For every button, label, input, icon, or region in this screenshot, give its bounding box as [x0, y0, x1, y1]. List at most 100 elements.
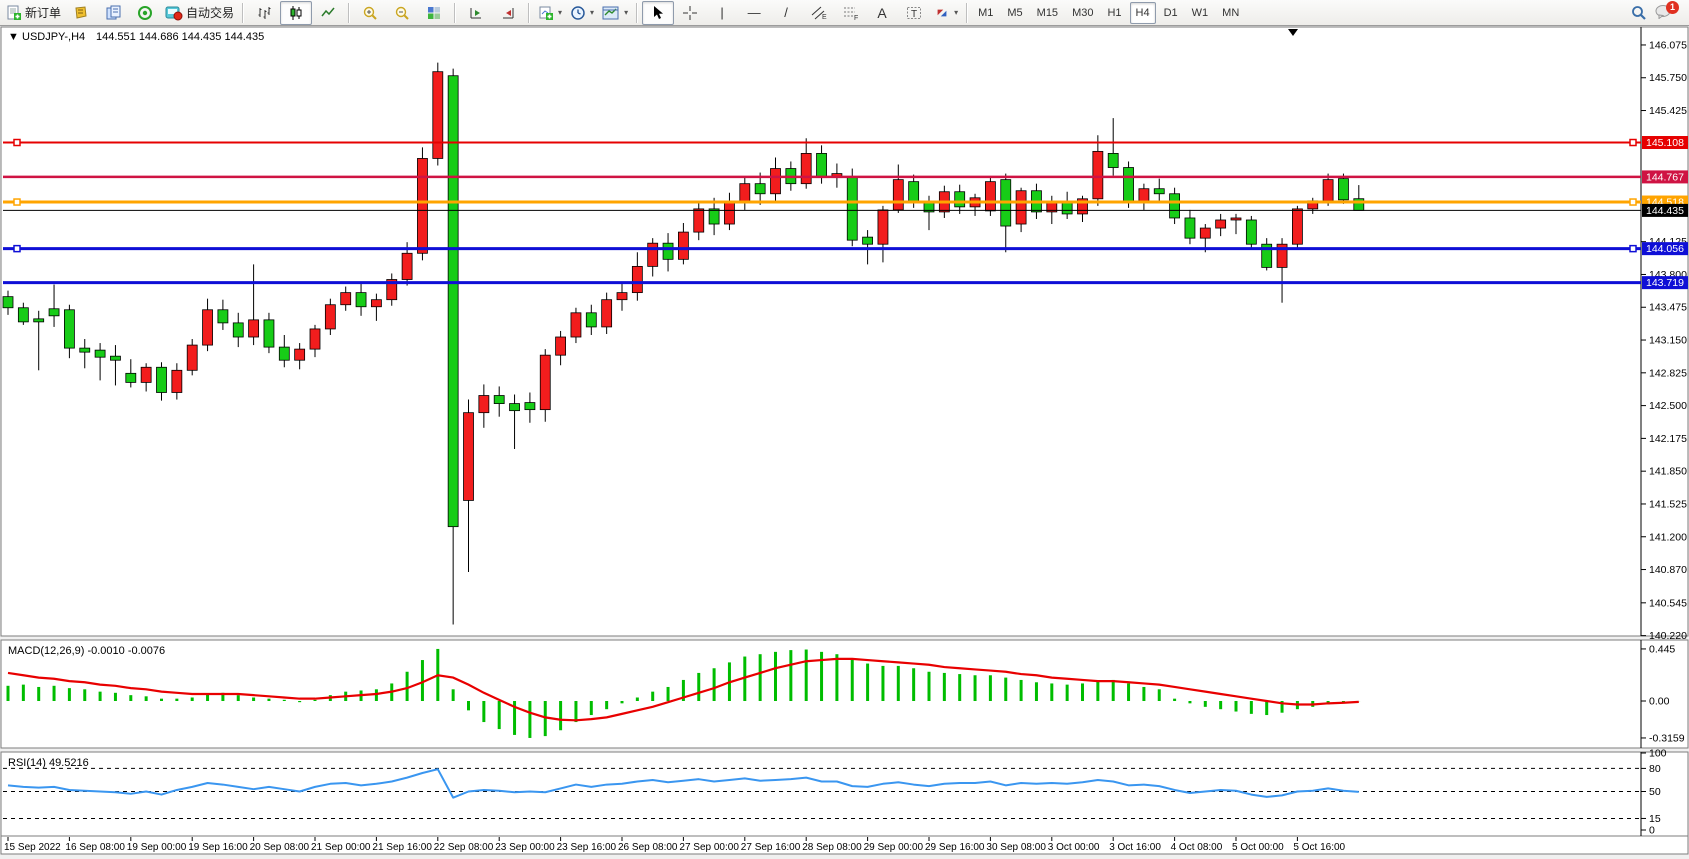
candle-down[interactable]	[1170, 194, 1180, 218]
navigator-button[interactable]	[129, 1, 161, 25]
candle-down[interactable]	[510, 404, 520, 411]
candle-up[interactable]	[479, 396, 489, 413]
candle-down[interactable]	[1246, 220, 1256, 244]
candle-down[interactable]	[1124, 168, 1134, 202]
candle-down[interactable]	[863, 237, 873, 244]
candle-down[interactable]	[663, 243, 673, 259]
candle-up[interactable]	[310, 329, 320, 349]
candle-up[interactable]	[141, 367, 151, 382]
candle-down[interactable]	[157, 367, 167, 392]
candle-down[interactable]	[709, 209, 719, 224]
bar-chart-mode-button[interactable]	[248, 1, 280, 25]
timeframe-button-m30[interactable]: M30	[1066, 2, 1099, 24]
line-handle[interactable]	[14, 246, 20, 252]
crosshair-tool-button[interactable]	[674, 1, 706, 25]
candle-down[interactable]	[34, 319, 44, 322]
candle-down[interactable]	[847, 177, 857, 241]
timeframe-button-h1[interactable]: H1	[1101, 2, 1127, 24]
candle-up[interactable]	[341, 293, 351, 305]
candle-down[interactable]	[356, 293, 366, 307]
candle-down[interactable]	[1154, 189, 1164, 194]
dropdown-caret-icon[interactable]: ▾	[624, 8, 628, 17]
candle-up[interactable]	[632, 266, 642, 292]
data-window-button[interactable]	[97, 1, 129, 25]
search-icon[interactable]	[1631, 5, 1647, 21]
dropdown-caret-icon[interactable]: ▾	[558, 8, 562, 17]
candle-down[interactable]	[279, 347, 289, 360]
timeframe-button-h4[interactable]: H4	[1130, 2, 1156, 24]
candle-up[interactable]	[571, 313, 581, 337]
candle-down[interactable]	[755, 184, 765, 194]
candle-down[interactable]	[1108, 153, 1118, 167]
candle-up[interactable]	[203, 310, 213, 345]
candle-up[interactable]	[402, 253, 412, 279]
timeframe-button-m1[interactable]: M1	[972, 2, 999, 24]
candle-down[interactable]	[18, 308, 28, 322]
candle-up[interactable]	[1200, 228, 1210, 238]
candle-up[interactable]	[801, 153, 811, 183]
auto-scroll-button[interactable]	[460, 1, 492, 25]
candle-down[interactable]	[909, 182, 919, 202]
symbol-dropdown-caret[interactable]: ▼	[8, 31, 19, 43]
candle-up[interactable]	[172, 370, 182, 392]
chart-canvas[interactable]: 146.075145.750145.425144.125143.800143.4…	[0, 26, 1689, 859]
timeframe-button-d1[interactable]: D1	[1158, 2, 1184, 24]
candle-down[interactable]	[218, 310, 228, 323]
candle-up[interactable]	[540, 355, 550, 409]
candle-up[interactable]	[985, 182, 995, 211]
timeframe-button-m5[interactable]: M5	[1001, 2, 1028, 24]
candle-down[interactable]	[1185, 218, 1195, 238]
candle-up[interactable]	[556, 337, 566, 355]
trendline-tool-button[interactable]: /	[770, 1, 802, 25]
candle-down[interactable]	[494, 396, 504, 404]
tile-windows-button[interactable]	[418, 1, 450, 25]
candle-up[interactable]	[1231, 218, 1241, 220]
text-tool-button[interactable]: A	[866, 1, 898, 25]
candle-up[interactable]	[1139, 189, 1149, 202]
candle-down[interactable]	[233, 323, 243, 337]
candle-up[interactable]	[187, 345, 197, 370]
candle-down[interactable]	[817, 153, 827, 177]
candle-up[interactable]	[1216, 220, 1226, 228]
candle-up[interactable]	[648, 243, 658, 266]
candle-down[interactable]	[525, 403, 535, 410]
candle-down[interactable]	[110, 356, 120, 360]
candle-up[interactable]	[1323, 180, 1333, 201]
candle-up[interactable]	[694, 209, 704, 232]
dropdown-caret-icon[interactable]: ▾	[590, 8, 594, 17]
candle-up[interactable]	[878, 210, 888, 244]
candle-down[interactable]	[126, 373, 136, 382]
candle-up[interactable]	[1292, 209, 1302, 244]
candle-down[interactable]	[1338, 179, 1348, 200]
cursor-tool-button[interactable]	[642, 1, 674, 25]
candle-up[interactable]	[893, 180, 903, 210]
candle-up[interactable]	[295, 349, 305, 360]
periods-button[interactable]: ▾	[566, 1, 598, 25]
candlestick-mode-button[interactable]	[280, 1, 312, 25]
candle-up[interactable]	[325, 305, 335, 329]
channel-tool-button[interactable]: E	[802, 1, 834, 25]
market-watch-button[interactable]	[65, 1, 97, 25]
candle-up[interactable]	[678, 232, 688, 259]
candle-down[interactable]	[1062, 202, 1072, 214]
candle-up[interactable]	[724, 202, 734, 224]
candle-down[interactable]	[49, 309, 59, 316]
candle-up[interactable]	[417, 158, 427, 253]
candle-up[interactable]	[740, 184, 750, 202]
candle-up[interactable]	[249, 320, 259, 337]
timeframe-button-mn[interactable]: MN	[1216, 2, 1245, 24]
line-handle[interactable]	[1630, 140, 1636, 146]
candle-up[interactable]	[617, 293, 627, 300]
candle-up[interactable]	[371, 300, 381, 307]
timeframe-button-w1[interactable]: W1	[1186, 2, 1215, 24]
new-order-button[interactable]: 新订单	[2, 1, 65, 25]
candle-up[interactable]	[1093, 151, 1103, 198]
templates-button[interactable]: ▾	[598, 1, 632, 25]
new-chart-button[interactable]: ▾	[534, 1, 566, 25]
candle-down[interactable]	[80, 348, 90, 352]
chart-area[interactable]: 146.075145.750145.425144.125143.800143.4…	[0, 26, 1689, 859]
zoom-out-button[interactable]	[386, 1, 418, 25]
candle-down[interactable]	[264, 320, 274, 347]
line-handle[interactable]	[14, 199, 20, 205]
candle-down[interactable]	[3, 297, 13, 308]
